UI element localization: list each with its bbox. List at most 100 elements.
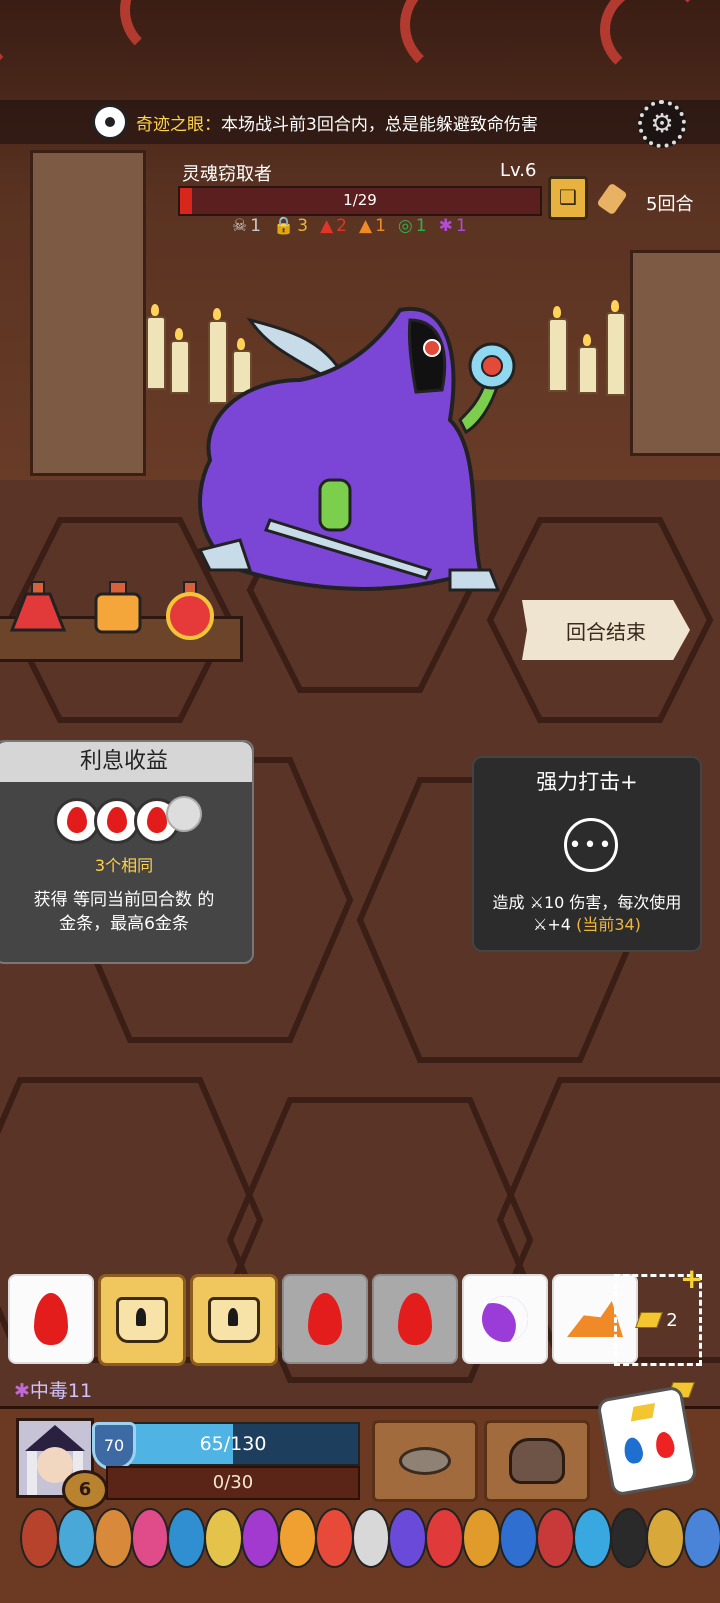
strike-damage: 10 bbox=[543, 893, 565, 912]
player-xp-bar: 0/30 bbox=[106, 1466, 360, 1500]
relic-icon[interactable] bbox=[425, 1508, 465, 1568]
dice-lock[interactable] bbox=[98, 1274, 186, 1366]
heart-potion-icon[interactable] bbox=[160, 580, 220, 640]
relic-icon[interactable] bbox=[130, 1508, 170, 1568]
poison-label: 中毒11 bbox=[29, 1380, 93, 1402]
enemy-status-lock[interactable]: 🔒 3 bbox=[273, 216, 308, 236]
interest-card-title: 利息收益 bbox=[0, 742, 252, 782]
gold-bar-icon bbox=[635, 1312, 664, 1328]
relic-icon[interactable] bbox=[572, 1508, 612, 1568]
fire-icon bbox=[34, 1293, 68, 1345]
status-count: 1 bbox=[455, 216, 467, 236]
relic-icon[interactable] bbox=[93, 1508, 133, 1568]
end-turn-button[interactable]: 回合结束 bbox=[522, 600, 690, 660]
strike-bonus: +4 bbox=[547, 915, 571, 934]
more-options-icon[interactable]: ••• bbox=[564, 818, 618, 872]
enemy-status-fire[interactable]: ▲ 2 bbox=[320, 216, 347, 236]
dice-fire[interactable] bbox=[282, 1274, 368, 1364]
relic-icon[interactable] bbox=[277, 1508, 317, 1568]
fire-icon: ▲ bbox=[320, 216, 334, 236]
dice-lock[interactable] bbox=[190, 1274, 278, 1366]
candle bbox=[146, 304, 166, 390]
candle bbox=[606, 300, 626, 396]
red-potion-icon[interactable] bbox=[8, 580, 68, 640]
soul-stealer-enemy[interactable] bbox=[180, 300, 520, 600]
dice-row bbox=[8, 1274, 638, 1366]
relic-icon[interactable] bbox=[388, 1508, 428, 1568]
status-count: 1 bbox=[415, 216, 427, 236]
enemy-hp-bar: 1/29 bbox=[178, 186, 542, 216]
player-xp-text: 0/30 bbox=[212, 1472, 254, 1493]
same-count-label: 3个相同 bbox=[94, 856, 154, 875]
status-count: 1 bbox=[250, 216, 262, 236]
relic-icon[interactable] bbox=[241, 1508, 280, 1568]
poison-icon: ✱ bbox=[438, 216, 453, 236]
relic-icon[interactable] bbox=[462, 1508, 501, 1568]
bag-item-slot[interactable] bbox=[484, 1420, 590, 1502]
enemy-status-skull[interactable]: ☠ 1 bbox=[232, 216, 261, 236]
lock-icon bbox=[208, 1297, 260, 1343]
player-hp-text: 65/130 bbox=[199, 1433, 267, 1455]
status-count: 3 bbox=[297, 216, 309, 236]
enemy-hp-text: 1/29 bbox=[343, 191, 377, 209]
potion-shelf bbox=[0, 580, 243, 662]
strike-desc-prefix: 造成 bbox=[492, 893, 530, 912]
sword-icon: ⚔ bbox=[533, 915, 548, 934]
player-shield-icon: 70 bbox=[92, 1422, 136, 1470]
enemy-level: Lv.6 bbox=[500, 160, 537, 181]
vortex-icon: ◎ bbox=[397, 216, 413, 236]
sword-icon: ⚔ bbox=[529, 893, 544, 912]
empty-slot-icon bbox=[166, 796, 202, 832]
candle bbox=[578, 334, 598, 394]
fire-icon bbox=[308, 1293, 342, 1345]
relic-icon[interactable] bbox=[683, 1508, 720, 1568]
skull-icon: ☠ bbox=[232, 216, 248, 236]
gold-count: 2 bbox=[666, 1309, 678, 1331]
relic-icon[interactable] bbox=[609, 1508, 649, 1568]
relic-icon[interactable] bbox=[646, 1508, 686, 1568]
dice-fire[interactable] bbox=[8, 1274, 94, 1364]
relic-icon[interactable] bbox=[56, 1508, 96, 1568]
enemy-status-flame[interactable]: ▲ 1 bbox=[359, 216, 386, 236]
enemy-status-vortex[interactable]: ◎ 1 bbox=[398, 216, 427, 236]
moon-icon bbox=[473, 1287, 537, 1351]
relic-bar bbox=[20, 1508, 720, 1600]
player-level-badge: 6 bbox=[62, 1470, 108, 1510]
strike-desc-suffix: 伤害，每次使用 bbox=[564, 893, 682, 912]
roll-dice-button[interactable] bbox=[596, 1385, 698, 1497]
turn-counter: 5回合 bbox=[646, 194, 694, 215]
relic-icon[interactable] bbox=[351, 1508, 391, 1568]
ring-item-slot[interactable] bbox=[372, 1420, 478, 1502]
notice-text: 本场战斗前3回合内，总是能躲避致命伤害 bbox=[221, 114, 538, 135]
interest-reward-card: 利息收益 3个相同 获得 等同当前回合数 的 金条，最高6金条 bbox=[0, 740, 254, 964]
dice-fire[interactable] bbox=[372, 1274, 458, 1364]
relic-icon[interactable] bbox=[167, 1508, 207, 1568]
player-poison-status: ✱中毒11 bbox=[14, 1376, 92, 1403]
orange-potion-icon[interactable] bbox=[88, 580, 148, 640]
interest-desc-line2: 金条，最高6金条 bbox=[59, 914, 189, 934]
poison-icon: ✱ bbox=[14, 1380, 30, 1402]
flame-icon: ▲ bbox=[358, 216, 373, 236]
settings-gear-icon[interactable]: ⚙ bbox=[638, 100, 686, 148]
add-gold-plus-icon[interactable]: + bbox=[680, 1262, 703, 1295]
enemy-info-book-icon[interactable]: ❑ bbox=[548, 176, 588, 220]
interest-desc-line1: 获得 等同当前回合数 的 bbox=[33, 890, 215, 910]
enemy-status-poison[interactable]: ✱ 1 bbox=[439, 216, 467, 236]
relic-icon[interactable] bbox=[204, 1508, 244, 1568]
notice-relic-name: 奇迹之眼： bbox=[136, 114, 221, 135]
gold-face-icon bbox=[630, 1403, 656, 1422]
interest-card-description: 获得 等同当前回合数 的 金条，最高6金条 bbox=[0, 888, 252, 936]
relic-icon[interactable] bbox=[314, 1508, 354, 1568]
strike-current: (当前34) bbox=[576, 915, 641, 934]
relic-icon[interactable] bbox=[498, 1508, 538, 1568]
power-strike-card[interactable]: 强力打击+ ••• 造成 ⚔10 伤害，每次使用 ⚔+4 (当前34) bbox=[472, 756, 702, 952]
water-face-icon bbox=[622, 1436, 645, 1465]
lock-icon: 🔒 bbox=[273, 216, 295, 236]
strike-card-title: 强力打击+ bbox=[536, 770, 638, 794]
dice-moon[interactable] bbox=[462, 1274, 548, 1364]
relic-icon[interactable] bbox=[20, 1508, 59, 1568]
enemy-status-list: ☠ 1 🔒 3 ▲ 2 ▲ 1 ◎ 1 ✱ 1 bbox=[232, 216, 467, 236]
status-count: 2 bbox=[336, 216, 347, 236]
relic-icon[interactable] bbox=[535, 1508, 575, 1568]
ring-icon bbox=[399, 1447, 451, 1475]
